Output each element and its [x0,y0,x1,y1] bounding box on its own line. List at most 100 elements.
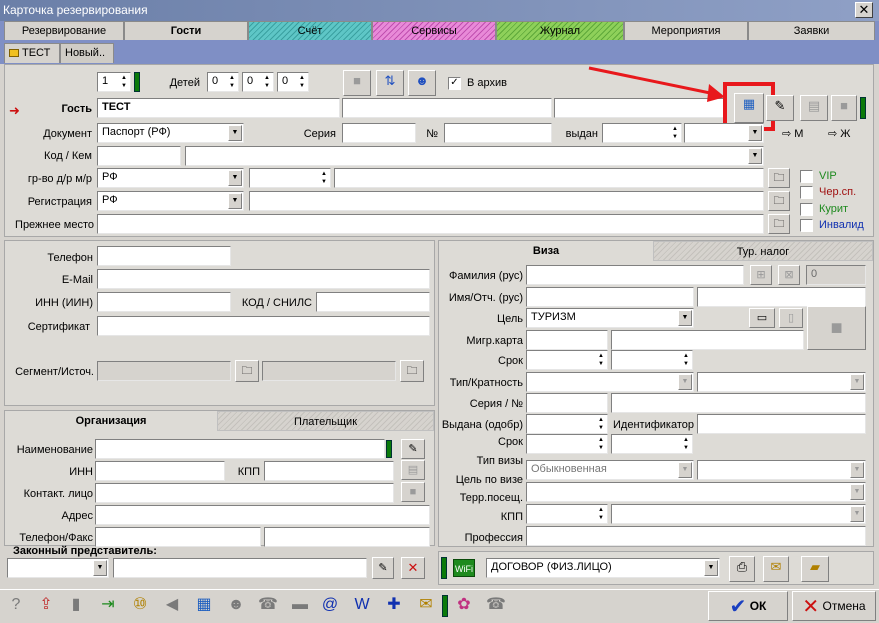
visa-remove-button[interactable]: ⊠ [778,265,800,285]
citizenship-lookup-button[interactable]: 🗀 [768,168,790,188]
registration-lookup-button[interactable]: 🗀 [768,191,790,211]
vip-checkbox[interactable] [800,170,813,183]
document-type-select[interactable]: Паспорт (РФ) ▼ [97,123,244,143]
legal-rep-remove-button[interactable]: ✕ [401,557,425,579]
tab-bill[interactable]: Счёт [248,21,372,40]
visa-add-button[interactable]: ⊞ [750,265,772,285]
visa-ident-input[interactable] [697,414,866,434]
email-icon[interactable]: @ [318,593,342,617]
visa-category-select[interactable]: ▼ [526,372,694,392]
cancel-button[interactable]: ✕ Отмена [792,591,876,621]
org-copy-button[interactable]: ▤ [401,460,425,480]
contract-select[interactable]: ДОГОВОР (ФИЗ.ЛИЦО) ▼ [486,558,720,578]
person-icon[interactable]: ☻ [224,593,248,617]
email-input[interactable] [97,269,430,289]
prev-place-input[interactable] [97,214,764,234]
print-button[interactable]: ⎙ [729,556,755,582]
source-input[interactable] [262,361,396,381]
segment-lookup-button[interactable]: 🗀 [235,360,259,382]
visa-multiplicity-select[interactable]: ▼ [697,372,866,392]
tab-visa[interactable]: Виза [439,241,653,261]
confirm-guest-button[interactable]: ☻ [408,70,436,96]
tab-services[interactable]: Сервисы [372,21,496,40]
tab-reservation[interactable]: Резервирование [4,21,124,40]
tab-events[interactable]: Мероприятия [624,21,748,40]
guest-count-input[interactable]: 1 ▲ ▼ [97,72,131,92]
visa-term2-from-input[interactable]: ▲ ▼ [526,434,608,454]
migration-card-number-input[interactable] [611,330,804,350]
upload-icon[interactable]: ⇪ [34,593,58,617]
org-check-button[interactable]: ✎ [401,439,425,459]
visa-term-to-input[interactable]: ▲ ▼ [611,350,693,370]
children-input-1[interactable]: 0 ▲ ▼ [207,72,239,92]
clear-guest-button[interactable]: ■ [831,95,857,121]
visa-purpose-by-visa-select[interactable]: ▼ [526,482,866,502]
visa-patronymic-input[interactable] [697,287,866,307]
number-input[interactable] [444,123,552,143]
card-key-button[interactable]: ▰ [801,556,829,582]
snils-input[interactable] [316,292,430,312]
certificate-input[interactable] [97,316,430,336]
phone-icon[interactable]: ☎ [256,593,280,617]
gender-female-option[interactable]: ⇨ Ж [828,127,850,140]
subtab-guest-test[interactable]: ТЕСТ [4,43,60,63]
tab-guests[interactable]: Гости [124,21,248,41]
birth-place-input[interactable] [334,168,764,188]
visa-count-input[interactable]: 0 [806,265,866,285]
series-input[interactable] [342,123,416,143]
issued-date-input[interactable]: ▲ ▼ [602,123,682,143]
org-name-input[interactable] [95,439,385,459]
visa-page-button[interactable]: ▯ [779,308,803,328]
word-icon[interactable]: W [350,593,374,617]
issued-extra-select[interactable]: ▼ [684,123,764,143]
copy-guest-button[interactable]: ▤ [800,95,828,121]
help-icon[interactable]: ? [4,593,28,617]
tab-journal[interactable]: Журнал [496,21,624,40]
invalid-checkbox[interactable] [800,219,813,232]
visa-number-input[interactable] [611,393,866,413]
tab-organization[interactable]: Организация [5,411,217,431]
checkin-icon[interactable]: ⇥ [96,593,120,617]
phone-book-icon[interactable]: ☎ [484,593,508,617]
visa-type-select[interactable]: Обыкновенная ▼ [526,460,694,480]
org-inn-input[interactable] [95,461,225,481]
org-address-input[interactable] [95,505,430,525]
registration-address-input[interactable] [249,191,764,211]
guest-surname-input[interactable]: ТЕСТ [97,98,340,118]
smoker-checkbox[interactable] [800,203,813,216]
calculator-icon[interactable]: ▦ [192,593,216,617]
message-icon[interactable]: ▬ [288,593,312,617]
source-lookup-button[interactable]: 🗀 [400,360,424,382]
birth-date-input[interactable]: ▲ ▼ [249,168,331,188]
guest-name-input[interactable] [342,98,552,118]
tab-tourist-tax[interactable]: Тур. налог [653,241,873,261]
segment-input[interactable] [97,361,231,381]
back-icon[interactable]: ◀ [160,593,184,617]
visa-photo-button[interactable]: ■ [807,306,866,350]
subtab-new[interactable]: Новый.. [60,43,114,63]
visa-kpp-select[interactable]: ▼ [611,504,866,524]
blacklist-checkbox[interactable] [800,186,813,199]
legal-rep-select[interactable]: ▼ [7,558,109,578]
document-icon[interactable]: ▮ [64,593,88,617]
visa-series-input[interactable] [526,393,608,413]
citizenship-select[interactable]: РФ ▼ [97,168,244,188]
email-button[interactable]: ✉ [763,556,789,582]
archive-checkbox[interactable]: ✓ [448,77,461,90]
issuer-select[interactable]: ▼ [185,146,764,166]
org-contact-input[interactable] [95,483,394,503]
org-clear-button[interactable]: ■ [401,482,425,502]
org-fax-input[interactable] [264,527,430,547]
check-guest-button[interactable]: ✎ [766,95,794,121]
visa-term-from-input[interactable]: ▲ ▼ [526,350,608,370]
profession-input[interactable] [526,526,866,546]
visa-issued-input[interactable]: ▲ ▼ [526,414,608,434]
legal-rep-input[interactable] [113,558,367,578]
visa-type-extra-select[interactable]: ▼ [697,460,866,480]
org-phone-input[interactable] [95,527,261,547]
visa-note-button[interactable]: ▭ [749,308,775,328]
prev-place-lookup-button[interactable]: 🗀 [768,214,790,234]
registration-select[interactable]: РФ ▼ [97,191,244,211]
tab-requests[interactable]: Заявки [748,21,875,40]
visa-term2-to-input[interactable]: ▲ ▼ [611,434,693,454]
